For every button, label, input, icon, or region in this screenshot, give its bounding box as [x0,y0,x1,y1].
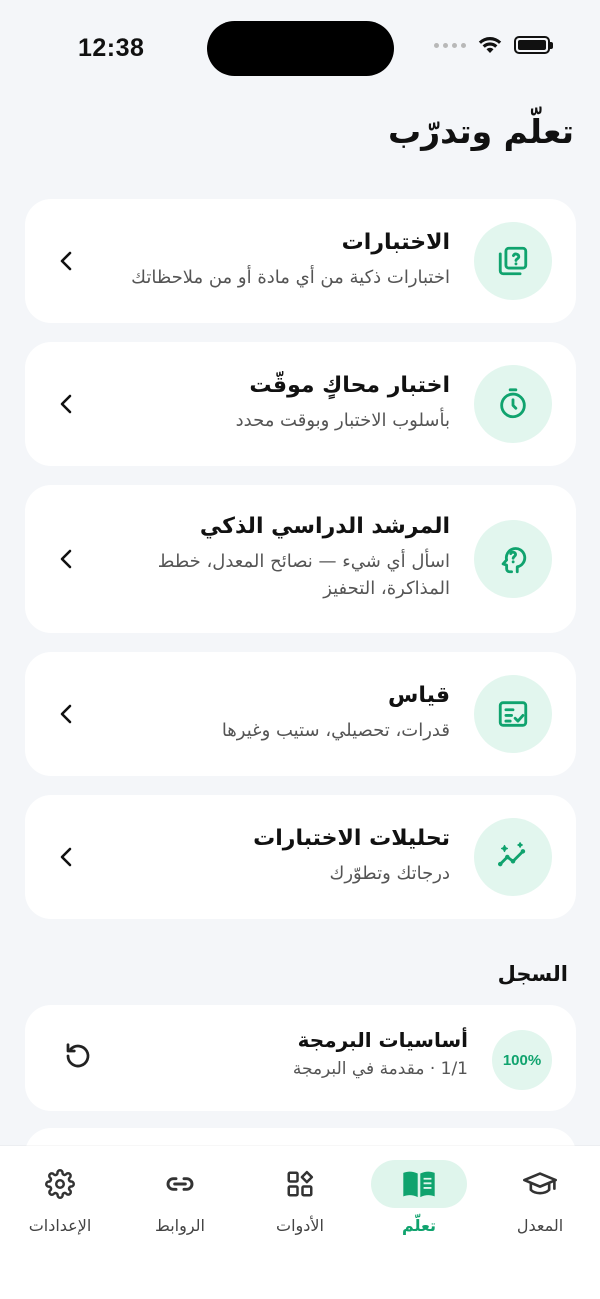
signal-dots-icon [434,42,466,48]
timer-icon [474,365,552,443]
tab-label: الروابط [155,1216,205,1235]
retry-icon[interactable] [63,1041,95,1073]
tab-settings[interactable]: الإعدادات [5,1158,115,1268]
gear-icon [5,1160,115,1208]
card-timed-exam[interactable]: اختبار محاكٍ موقّت بأسلوب الاختبار وبوقت… [25,342,576,466]
chevron-left-icon [55,548,77,570]
tools-grid-icon [245,1160,355,1208]
card-ai-study-advisor[interactable]: المرشد الدراسي الذكي اسأل أي شيء — نصائح… [25,485,576,633]
quiz-icon [474,222,552,300]
tab-label: المعدل [516,1216,564,1235]
completion-badge: 100% [492,1030,552,1090]
chevron-left-icon [55,250,77,272]
status-bar: 12:38 [0,0,600,96]
brain-icon [474,520,552,598]
card-subtitle: بأسلوب الاختبار وبوقت محدد [235,409,450,431]
card-qiyas[interactable]: قياس قدرات، تحصيلي، ستيب وغيرها [25,652,576,776]
card-title: قياس [387,683,450,708]
chevron-left-icon [55,846,77,868]
tab-label: الإعدادات [28,1216,92,1235]
tab-label: الأدوات [276,1216,324,1235]
card-title: اختبار محاكٍ موقّت [249,373,450,398]
link-icon [125,1160,235,1208]
page-title: تعلّم وتدرّب [388,112,574,151]
card-quizzes[interactable]: الاختبارات اختبارات ذكية من أي مادة أو م… [25,199,576,323]
card-exam-analytics[interactable]: تحليلات الاختبارات درجاتك وتطوّرك [25,795,576,919]
tab-links[interactable]: الروابط [125,1158,235,1268]
history-item-title: أساسيات البرمجة [297,1028,468,1052]
card-subtitle: قدرات، تحصيلي، ستيب وغيرها [221,719,450,741]
tab-tools[interactable]: الأدوات [245,1158,355,1268]
history-item-subtitle: 1/1 · مقدمة في البرمجة [292,1059,468,1079]
card-title: الاختبارات [341,230,450,255]
tab-label: تعلّم [401,1216,437,1235]
bottom-tab-bar: الإعدادات الروابط الأدوات تعلّم المعدل [0,1146,600,1299]
tab-learn[interactable]: تعلّم [364,1158,474,1268]
card-title: المرشد الدراسي الذكي [199,514,450,539]
book-icon [371,1160,467,1208]
chevron-left-icon [55,703,77,725]
card-subtitle: درجاتك وتطوّرك [329,862,450,884]
checklist-icon [474,675,552,753]
dynamic-island [207,21,394,76]
chevron-left-icon [55,393,77,415]
card-subtitle: اختبارات ذكية من أي مادة أو من ملاحظاتك [131,266,450,288]
status-time: 12:38 [78,34,145,62]
history-section-label: السجل [497,962,568,986]
history-item[interactable]: 100% أساسيات البرمجة 1/1 · مقدمة في البر… [25,1005,576,1111]
card-title: تحليلات الاختبارات [253,826,450,851]
battery-icon [514,36,553,54]
wifi-icon [478,37,502,53]
status-icons [434,36,553,54]
analytics-icon [474,818,552,896]
tab-gpa[interactable]: المعدل [485,1158,595,1268]
card-subtitle: اسأل أي شيء — نصائح المعدل، خطط المذاكرة… [157,550,450,600]
graduation-cap-icon [485,1160,595,1208]
